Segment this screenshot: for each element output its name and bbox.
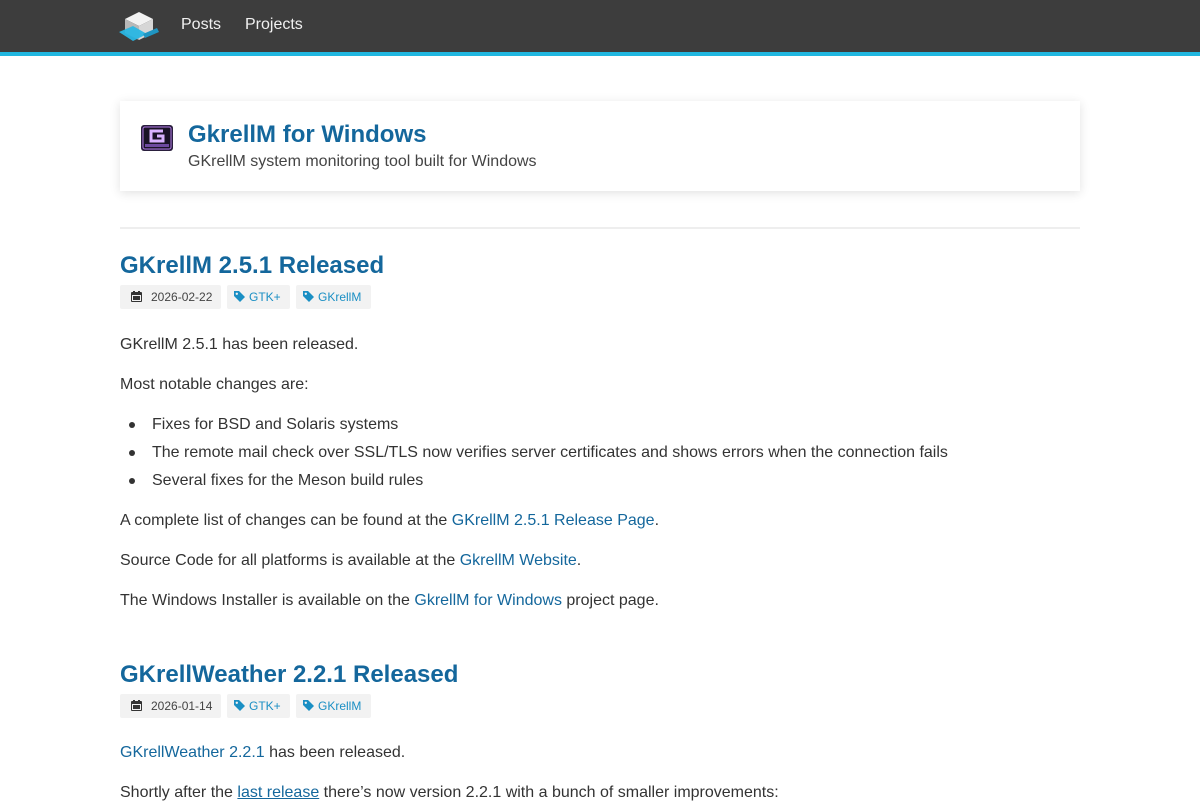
post-title-link[interactable]: GKrellWeather 2.2.1 Released xyxy=(120,661,1080,689)
text-segment: . xyxy=(654,512,660,529)
tag-label: GKrellM xyxy=(318,699,362,713)
gkrellweather-link[interactable]: GKrellWeather 2.2.1 xyxy=(120,744,265,761)
text-segment: has been released. xyxy=(264,744,406,761)
list-item: The remote mail check over SSL/TLS now v… xyxy=(129,444,948,461)
project-subtitle: GKrellM system monitoring tool built for… xyxy=(188,153,537,170)
calendar-icon xyxy=(131,291,142,302)
tag-icon xyxy=(303,700,314,711)
text-segment: . xyxy=(576,552,582,569)
tag-gtk-link[interactable]: GTK+ xyxy=(227,694,290,718)
post-entry: GKrellWeather 2.2.1 Released 2026-01-14 … xyxy=(120,661,1080,801)
post-paragraph: The Windows Installer is available on th… xyxy=(120,591,659,611)
list-item: Several fixes for the Meson build rules xyxy=(128,472,424,489)
calendar-icon xyxy=(131,700,142,711)
post-meta: 2026-02-22 GTK+ GKrellM xyxy=(120,285,1080,309)
text-segment: Source Code for all platforms is availab… xyxy=(120,552,460,569)
text-segment: project page. xyxy=(561,592,659,609)
post-paragraph: Most notable changes are: xyxy=(120,376,309,393)
last-release-link[interactable]: last release xyxy=(237,784,319,801)
tag-gtk-link[interactable]: GTK+ xyxy=(227,285,290,309)
post-paragraph: Source Code for all platforms is availab… xyxy=(120,551,581,571)
project-title[interactable]: GkrellM for Windows xyxy=(188,121,426,149)
text-segment: A complete list of changes can be found … xyxy=(120,512,452,529)
post-paragraph: A complete list of changes can be found … xyxy=(120,511,659,531)
post-date: 2026-01-14 xyxy=(151,699,213,713)
tag-label: GKrellM xyxy=(318,290,362,304)
tag-label: GTK+ xyxy=(249,699,281,713)
section-divider xyxy=(120,227,1080,229)
project-card: GkrellM for Windows GKrellM system monit… xyxy=(120,101,1080,191)
cube-logo-icon[interactable] xyxy=(119,10,159,42)
nav-projects-link[interactable]: Projects xyxy=(245,16,303,34)
text-segment: Shortly after the xyxy=(120,784,238,801)
post-paragraph: GKrellM 2.5.1 has been released. xyxy=(120,336,359,353)
top-nav-bar: Posts Projects xyxy=(0,0,1200,56)
nav-posts-link[interactable]: Posts xyxy=(181,16,221,34)
gkrellm-app-icon[interactable] xyxy=(141,125,173,151)
tag-gkrellm-link[interactable]: GKrellM xyxy=(296,285,371,309)
post-entry: GKrellM 2.5.1 Released 2026-02-22 GTK+ G… xyxy=(120,252,1080,609)
post-date-badge: 2026-01-14 xyxy=(120,694,221,718)
post-paragraph: GKrellWeather 2.2.1 has been released. xyxy=(120,743,405,763)
text-segment: The Windows Installer is available on th… xyxy=(120,592,415,609)
tag-icon xyxy=(234,291,245,302)
gkrellm-windows-link[interactable]: GkrellM for Windows xyxy=(414,592,562,609)
post-title-link[interactable]: GKrellM 2.5.1 Released xyxy=(120,252,1080,280)
tag-icon xyxy=(303,291,314,302)
tag-icon xyxy=(234,700,245,711)
gkrellm-website-link[interactable]: GkrellM Website xyxy=(460,552,577,569)
release-page-link[interactable]: GKrellM 2.5.1 Release Page xyxy=(452,512,655,529)
post-date: 2026-02-22 xyxy=(151,290,213,304)
post-date-badge: 2026-02-22 xyxy=(120,285,221,309)
post-paragraph: Shortly after the last release there’s n… xyxy=(120,783,779,803)
text-segment: there’s now version 2.2.1 with a bunch o… xyxy=(319,784,779,801)
post-meta: 2026-01-14 GTK+ GKrellM xyxy=(120,694,1080,718)
tag-gkrellm-link[interactable]: GKrellM xyxy=(296,694,371,718)
tag-label: GTK+ xyxy=(249,290,281,304)
list-item: Fixes for BSD and Solaris systems xyxy=(128,416,399,433)
